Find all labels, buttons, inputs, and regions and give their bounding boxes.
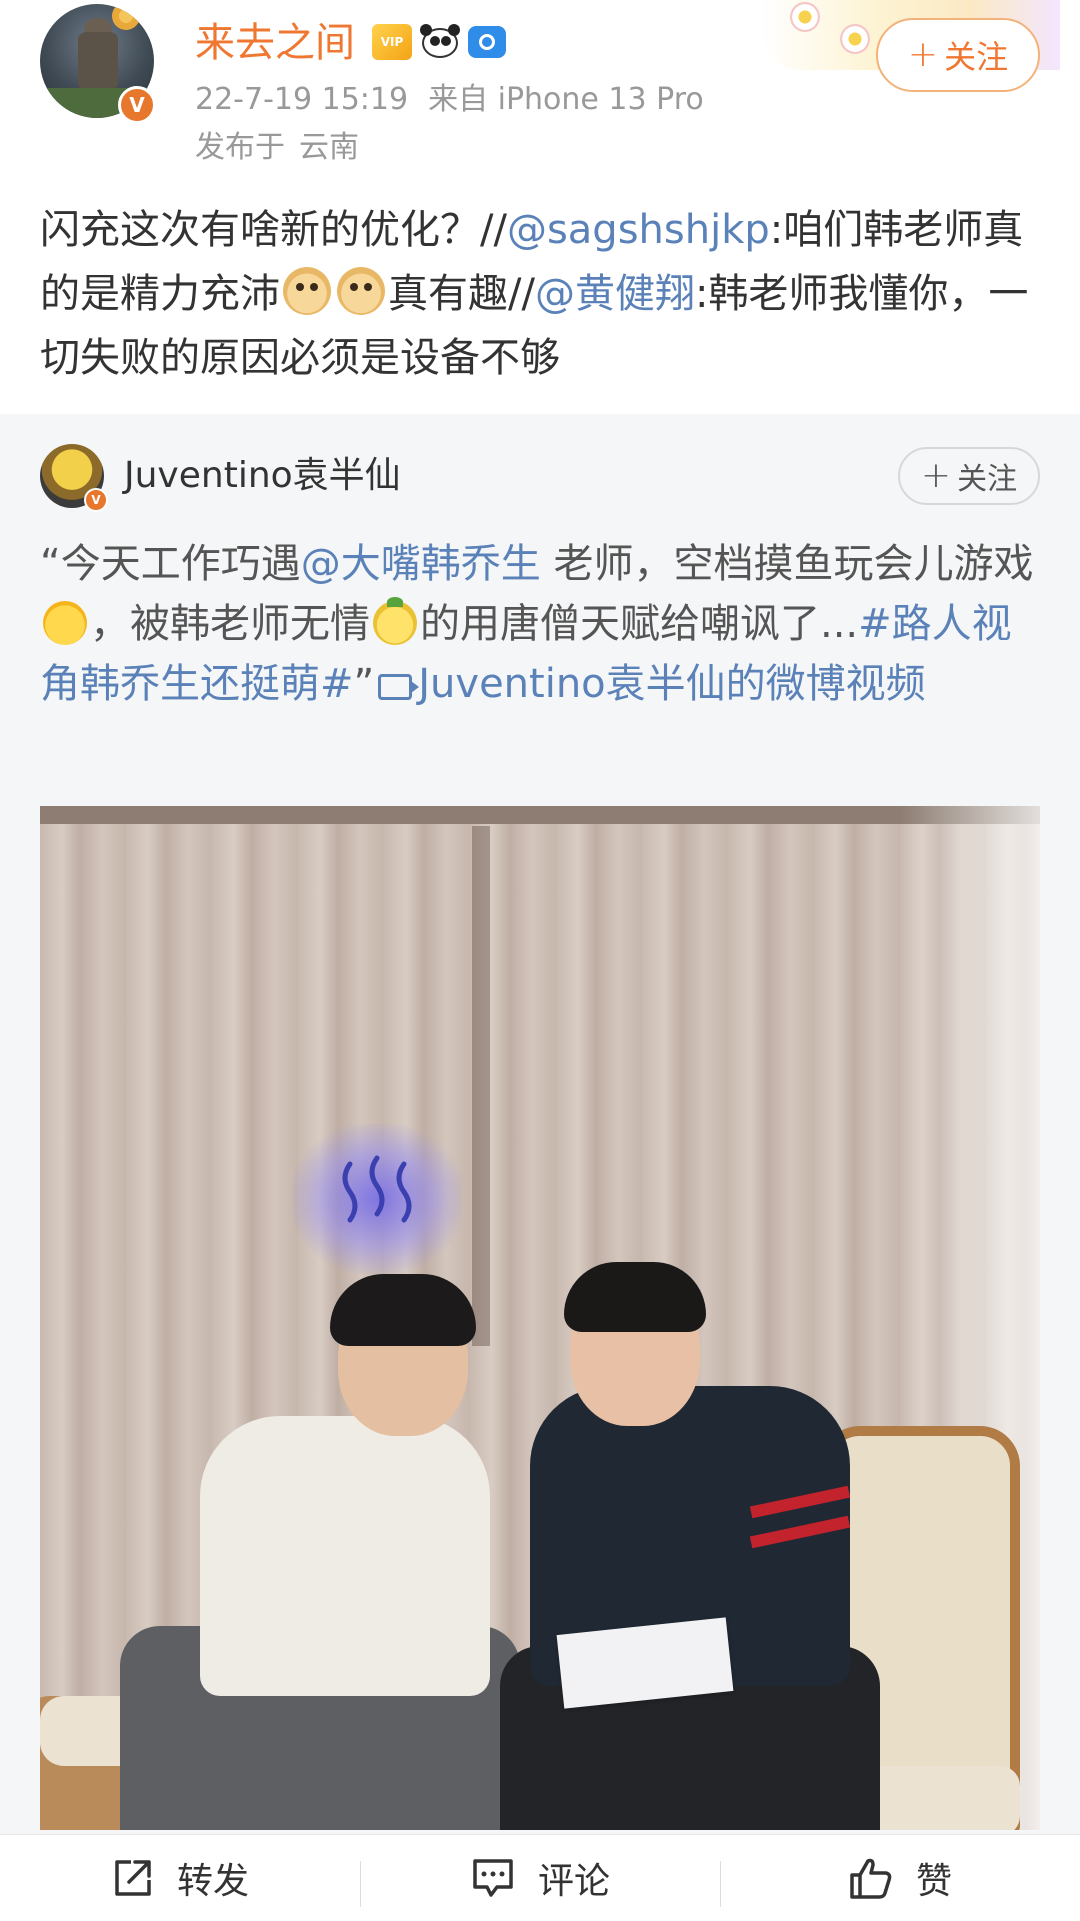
like-label: 赞 — [915, 1861, 952, 1902]
repost-label: 转发 — [176, 1861, 249, 1902]
post-timestamp: 22-7-19 15:19 — [195, 82, 409, 117]
mention-link[interactable]: @大嘴韩乔生 — [301, 541, 541, 587]
doge-emoji-icon — [337, 267, 385, 315]
location-name[interactable]: 云南 — [299, 130, 359, 165]
repost-follow-button[interactable]: + 关注 — [898, 447, 1040, 505]
repost-text-segment: ，被韩老师无情 — [90, 601, 370, 647]
repost-text-segment: “今天工作巧遇 — [40, 541, 301, 587]
verified-badge-icon: V — [84, 488, 108, 512]
doge-emoji-icon — [283, 267, 331, 315]
plus-icon: + — [907, 34, 939, 75]
repost-button[interactable]: 转发 — [0, 1835, 360, 1921]
repost-text-segment: 的用唐僧天赋给嘲讽了... — [420, 601, 859, 647]
repost-author-name[interactable]: Juventino袁半仙 — [124, 452, 401, 500]
mention-link[interactable]: @sagshshjkp — [507, 207, 770, 253]
mention-link[interactable]: @黄健翔 — [535, 271, 695, 317]
post-meta: 22-7-19 15:19 来自 iPhone 13 Pro — [195, 80, 724, 120]
thumbs-up-icon — [850, 1858, 892, 1899]
vip-badge-icon[interactable]: VIP — [372, 24, 412, 60]
repost-text-segment: ” — [353, 661, 375, 707]
video-link[interactable]: Juventino袁半仙的微博视频 — [418, 661, 925, 707]
plus-icon: + — [920, 455, 952, 496]
post-text-segment: 真有趣// — [388, 271, 535, 317]
action-bar: 转发 评论 赞 — [0, 1834, 1080, 1921]
laughing-crying-emoji-icon — [43, 601, 87, 645]
pear-face-emoji-icon — [373, 597, 417, 645]
camera-badge-icon[interactable] — [468, 26, 506, 58]
post-text-segment: 闪充这次有啥新的优化？// — [40, 207, 507, 253]
location-prefix: 发布于 — [195, 130, 285, 165]
post-location: 发布于 云南 — [195, 128, 373, 168]
repost-text-segment: 老师，空档摸鱼玩会儿游戏 — [540, 541, 1034, 587]
follow-label: 关注 — [944, 38, 1009, 76]
repost-text: “今天工作巧遇@大嘴韩乔生 老师，空档摸鱼玩会儿游戏 ，被韩老师无情 的用唐僧天赋给… — [40, 534, 1040, 714]
comment-label: 评论 — [537, 1861, 610, 1902]
follow-label: 关注 — [957, 462, 1018, 497]
like-button[interactable]: 赞 — [720, 1835, 1080, 1921]
comment-icon — [473, 1859, 513, 1897]
video-player[interactable] — [40, 806, 1040, 1830]
share-icon — [115, 1860, 151, 1896]
follow-button[interactable]: + 关注 — [876, 18, 1040, 92]
steam-sticker-icon — [292, 1124, 462, 1274]
verified-badge-icon: V — [118, 86, 156, 124]
comment-button[interactable]: 评论 — [360, 1835, 720, 1921]
post-text: 闪充这次有啥新的优化？//@sagshshjkp:咱们韩老师真的是精力充沛 真有趣… — [40, 198, 1040, 390]
video-link-icon — [378, 674, 420, 700]
post-source: 来自 iPhone 13 Pro — [428, 82, 704, 117]
author-name[interactable]: 来去之间 — [195, 18, 355, 68]
panda-badge-icon[interactable] — [420, 24, 460, 60]
